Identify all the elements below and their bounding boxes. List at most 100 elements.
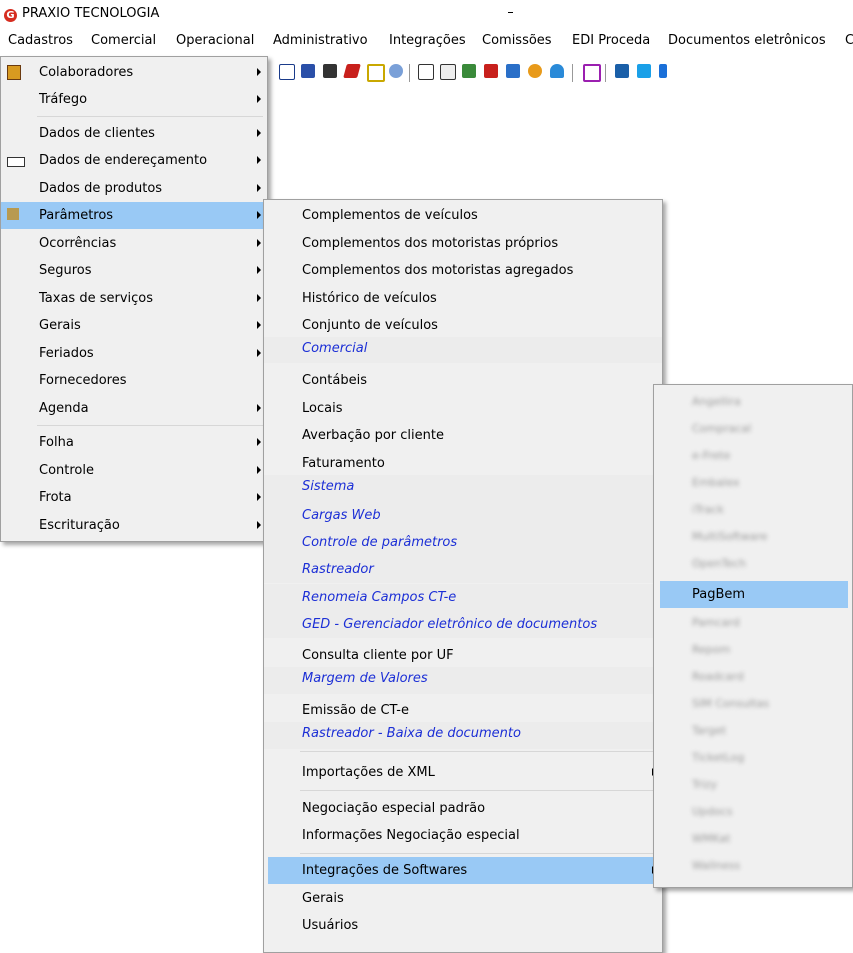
menu-item-software[interactable]: Angellira [654,389,852,416]
menu-item-software[interactable]: TicketLog [654,745,852,772]
menu-item-complementos-motoristas-proprios[interactable]: Complementos dos motoristas próprios [264,230,662,257]
document-icon[interactable] [279,64,295,80]
menu-operacional[interactable]: Operacional [176,33,254,48]
submenu-arrow-icon [257,294,261,302]
clipboard-icon[interactable] [367,64,385,82]
menu-group-cargas-web[interactable]: Cargas Web [264,502,662,529]
menu-item-escrituracao[interactable]: Escrituração [1,512,267,539]
chart-icon[interactable] [528,64,542,78]
menu-item-dados-de-produtos[interactable]: Dados de produtos [1,175,267,202]
menu-item-integracoes-de-softwares[interactable]: Integrações de Softwares [268,857,662,884]
menu-item-informacoes-negociacao-especial[interactable]: Informações Negociação especial [264,822,662,849]
toolbar-separator [605,64,606,82]
tools-icon[interactable] [615,64,629,78]
menu-item-software[interactable]: Trizy [654,772,852,799]
menu-item-gerais-parametros[interactable]: Gerais [264,885,662,912]
help-icon[interactable] [389,64,403,78]
menu-item-software[interactable]: WMKat [654,826,852,853]
menu-item-software[interactable]: Pamcard [654,610,852,637]
menu-administrativo[interactable]: Administrativo [273,33,368,48]
menu-cadastros[interactable]: Cadastros [8,33,73,48]
menu-group-controle-de-parametros[interactable]: Controle de parâmetros [264,529,662,556]
blue-icon[interactable] [659,64,667,78]
menu-item-folha[interactable]: Folha [1,429,267,456]
menu-item-software[interactable]: Updocs [654,799,852,826]
menu-separator [37,425,263,426]
menu-item-locais[interactable]: Locais [264,395,662,422]
menu-item-negociacao-especial-padrao[interactable]: Negociação especial padrão [264,795,662,822]
menu-item-feriados[interactable]: Feriados [1,340,267,367]
documents-icon[interactable] [301,64,315,78]
menu-item-agenda[interactable]: Agenda [1,395,267,422]
menu-group-sistema[interactable]: Sistema [264,475,662,502]
app-title: PRAXIO TECNOLOGIA [22,6,160,21]
menu-item-seguros[interactable]: Seguros [1,257,267,284]
menu-item-parametros[interactable]: Parâmetros [1,202,267,229]
menu-item-faturamento[interactable]: Faturamento [264,450,662,477]
menu-item-complementos-motoristas-agregados[interactable]: Complementos dos motoristas agregados [264,257,662,284]
menu-item-fornecedores[interactable]: Fornecedores [1,367,267,394]
menu-item-conjunto-de-veiculos[interactable]: Conjunto de veículos [264,312,662,339]
search-document-icon[interactable] [440,64,456,80]
menu-item-software[interactable]: iTrack [654,497,852,524]
menu-integracoes[interactable]: Integrações [389,33,466,48]
submenu-arrow-icon [257,211,261,219]
menu-item-gerais[interactable]: Gerais [1,312,267,339]
menu-item-dados-de-enderecamento[interactable]: Dados de endereçamento [1,147,267,174]
menu-item-historico-de-veiculos[interactable]: Histórico de veículos [264,285,662,312]
menu-item-pagbem[interactable]: PagBem [660,581,848,608]
menu-item-taxas-de-servicos[interactable]: Taxas de serviços [1,285,267,312]
title-bar: G PRAXIO TECNOLOGIA [0,0,853,30]
menu-item-software[interactable]: Roadcard [654,664,852,691]
monitor-icon[interactable] [583,64,601,82]
menu-item-importacoes-de-xml[interactable]: Importações de XML [264,759,662,786]
cadastros-menu: Colaboradores Tráfego Dados de clientes … [0,56,268,542]
menu-item-ocorrencias[interactable]: Ocorrências [1,230,267,257]
menu-group-margem-de-valores[interactable]: Margem de Valores [264,667,662,694]
menu-separator [37,116,263,117]
menu-group-rastreador-baixa-de-documento[interactable]: Rastreador - Baixa de documento [264,722,662,749]
menu-group-renomeia-campos-cte[interactable]: Renomeia Campos CT-e [264,584,662,611]
menu-item-usuarios[interactable]: Usuários [264,912,662,939]
menu-item-software[interactable]: Compracal [654,416,852,443]
report-icon[interactable] [462,64,476,78]
menu-item-dados-de-clientes[interactable]: Dados de clientes [1,120,267,147]
submenu-arrow-icon [257,239,261,247]
menu-item-trafego[interactable]: Tráfego [1,86,267,113]
menu-comissoes[interactable]: Comissões [482,33,552,48]
menu-edi-proceda[interactable]: EDI Proceda [572,33,650,48]
menu-item-averbacao-por-cliente[interactable]: Averbação por cliente [264,422,662,449]
menu-item-colaboradores[interactable]: Colaboradores [1,59,267,86]
menu-item-software[interactable]: OpenTech [654,551,852,578]
menu-item-complementos-de-veiculos[interactable]: Complementos de veículos [264,202,662,229]
menu-item-software[interactable]: Embalex [654,470,852,497]
print-preview-icon[interactable] [506,64,520,78]
menu-item-consulta-cliente-por-uf[interactable]: Consulta cliente por UF [264,642,662,669]
menu-comercial[interactable]: Comercial [91,33,156,48]
submenu-arrow-icon [257,184,261,192]
menu-item-software[interactable]: Wallness [654,853,852,880]
menu-item-frota[interactable]: Frota [1,484,267,511]
bell-icon[interactable] [550,64,564,78]
g-app-icon[interactable] [637,64,651,78]
menu-more[interactable]: C [845,33,853,48]
menu-item-emissao-de-cte[interactable]: Emissão de CT-e [264,697,662,724]
menu-item-controle[interactable]: Controle [1,457,267,484]
menu-item-software[interactable]: SIM Consultas [654,691,852,718]
submenu-arrow-icon [257,68,261,76]
menu-item-software[interactable]: Repom [654,637,852,664]
menu-item-software[interactable]: e-Frete [654,443,852,470]
menu-group-ged[interactable]: GED - Gerenciador eletrônico de document… [264,611,662,638]
menu-item-software[interactable]: Target [654,718,852,745]
printer-icon[interactable] [323,64,337,78]
app-logo-icon: G [4,9,17,22]
menu-documentos-eletronicos[interactable]: Documentos eletrônicos [668,33,826,48]
preview-icon[interactable] [418,64,434,80]
minimize-mark [508,12,513,13]
menu-group-rastreador[interactable]: Rastreador [264,556,662,583]
export-icon[interactable] [484,64,498,78]
menu-group-comercial[interactable]: Comercial [264,337,662,363]
menu-item-contabeis[interactable]: Contábeis [264,367,662,394]
eraser-icon[interactable] [343,64,361,78]
menu-item-software[interactable]: MultiSoftware [654,524,852,551]
